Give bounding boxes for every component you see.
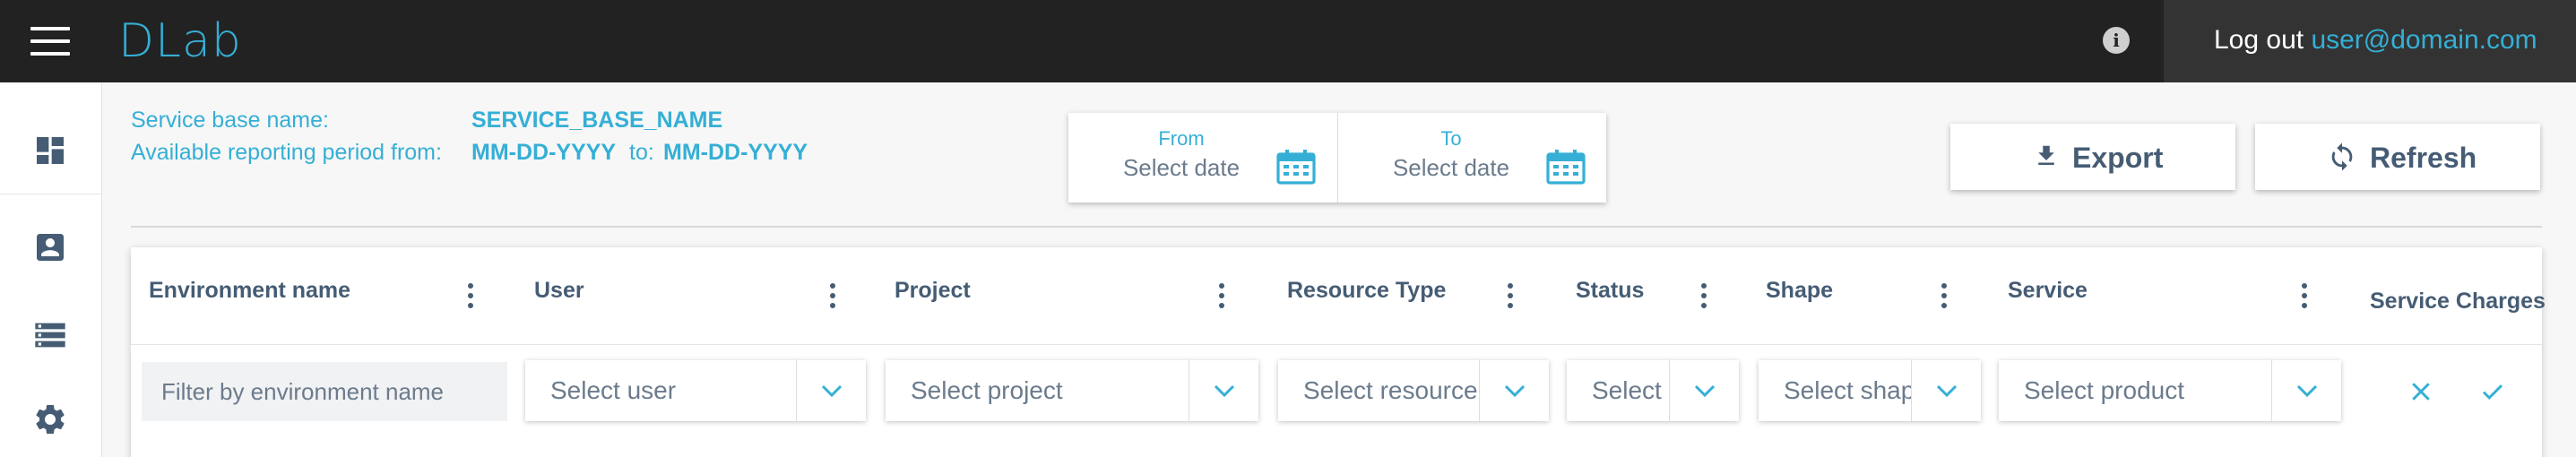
dropdown-toggle[interactable]	[1479, 360, 1549, 421]
more-vert-icon[interactable]	[2302, 283, 2309, 310]
resource-type-filter-select[interactable]: Select resource	[1278, 360, 1549, 421]
chevron-down-icon	[821, 384, 843, 398]
status-filter-value: Select	[1592, 376, 1662, 404]
logout-link[interactable]: Log out user@domain.com	[2214, 25, 2537, 56]
user-filter-select[interactable]: Select user	[525, 360, 866, 421]
download-icon	[2038, 145, 2054, 165]
more-vert-icon[interactable]	[468, 283, 475, 310]
project-filter-value: Select project	[911, 376, 1063, 404]
column-header-project[interactable]: Project	[895, 278, 971, 304]
service-base-name-value: SERVICE_BASE_NAME	[471, 108, 723, 133]
chevron-down-icon	[1504, 384, 1526, 398]
dropdown-toggle[interactable]	[1189, 360, 1258, 421]
dropdown-toggle[interactable]	[1911, 360, 1981, 421]
column-header-service[interactable]: Service	[2008, 278, 2088, 304]
hamburger-menu-icon[interactable]	[30, 27, 70, 56]
column-header-service-charges: Service Charges	[2370, 289, 2546, 314]
date-range-picker: From Select date To Select date	[1068, 113, 1606, 203]
column-header-status[interactable]: Status	[1576, 278, 1644, 304]
date-to-value: Select date	[1392, 154, 1510, 181]
account-box-icon[interactable]	[32, 229, 68, 265]
service-base-name-label: Service base name:	[131, 108, 329, 133]
more-vert-icon[interactable]	[1508, 283, 1515, 310]
date-from-value: Select date	[1122, 154, 1240, 181]
check-icon[interactable]	[2479, 378, 2506, 405]
column-header-shape[interactable]: Shape	[1766, 278, 1833, 304]
dropdown-toggle[interactable]	[2271, 360, 2341, 421]
reporting-period-to-label: to:	[629, 140, 654, 165]
more-vert-icon[interactable]	[1941, 283, 1949, 310]
dropdown-toggle[interactable]	[1669, 360, 1739, 421]
project-filter-select[interactable]: Select project	[886, 360, 1258, 421]
date-to-field[interactable]: To Select date	[1337, 113, 1606, 203]
info-icon[interactable]: i	[2103, 27, 2130, 54]
date-from-field[interactable]: From Select date	[1068, 113, 1337, 203]
shape-filter-select[interactable]: Select shap	[1759, 360, 1981, 421]
top-bar: DLab i Log out user@domain.com	[0, 0, 2576, 82]
export-label: Export	[2072, 142, 2164, 174]
close-icon[interactable]	[2407, 378, 2434, 405]
sidebar	[0, 82, 102, 457]
export-button[interactable]: Export	[1950, 124, 2235, 190]
settings-icon[interactable]	[32, 401, 68, 437]
service-filter-select[interactable]: Select product	[1999, 360, 2341, 421]
chevron-down-icon	[1936, 384, 1958, 398]
logout-label: Log out	[2214, 25, 2304, 55]
calendar-icon[interactable]	[1546, 149, 1586, 185]
column-header-user[interactable]: User	[534, 278, 584, 304]
service-filter-value: Select product	[2024, 376, 2184, 404]
resource-type-filter-value: Select resource	[1303, 376, 1478, 404]
column-header-environment-name[interactable]: Environment name	[149, 278, 350, 304]
refresh-icon	[2331, 142, 2353, 171]
divider	[131, 226, 2542, 228]
status-filter-select[interactable]: Select	[1567, 360, 1739, 421]
shape-filter-value: Select shap	[1784, 376, 1915, 404]
reporting-period-from: MM-DD-YYYY	[471, 140, 617, 165]
more-vert-icon[interactable]	[1219, 283, 1226, 310]
storage-icon[interactable]	[32, 317, 68, 353]
calendar-icon[interactable]	[1276, 149, 1316, 185]
chevron-down-icon	[1694, 384, 1716, 398]
date-to-label: To	[1440, 127, 1462, 150]
logout-area: Log out user@domain.com	[2164, 0, 2576, 82]
header-divider	[131, 344, 2542, 345]
app-logo[interactable]: DLab	[118, 14, 242, 68]
dropdown-toggle[interactable]	[796, 360, 866, 421]
chevron-down-icon	[1214, 384, 1235, 398]
environment-name-filter-input[interactable]: Filter by environment name	[142, 362, 507, 421]
dashboard-icon[interactable]	[32, 133, 68, 168]
chevron-down-icon	[2296, 384, 2318, 398]
more-vert-icon[interactable]	[830, 283, 837, 310]
user-filter-value: Select user	[550, 376, 677, 404]
refresh-label: Refresh	[2370, 142, 2477, 174]
user-email: user@domain.com	[2311, 25, 2537, 55]
column-header-resource-type[interactable]: Resource Type	[1287, 278, 1446, 304]
date-from-label: From	[1158, 127, 1205, 150]
billing-report-table: Environment name User Project Resource T…	[131, 247, 2546, 457]
reporting-period-to: MM-DD-YYYY	[663, 140, 808, 165]
reporting-period-label: Available reporting period from:	[131, 140, 442, 165]
refresh-button[interactable]: Refresh	[2255, 124, 2540, 190]
more-vert-icon[interactable]	[1701, 283, 1708, 310]
